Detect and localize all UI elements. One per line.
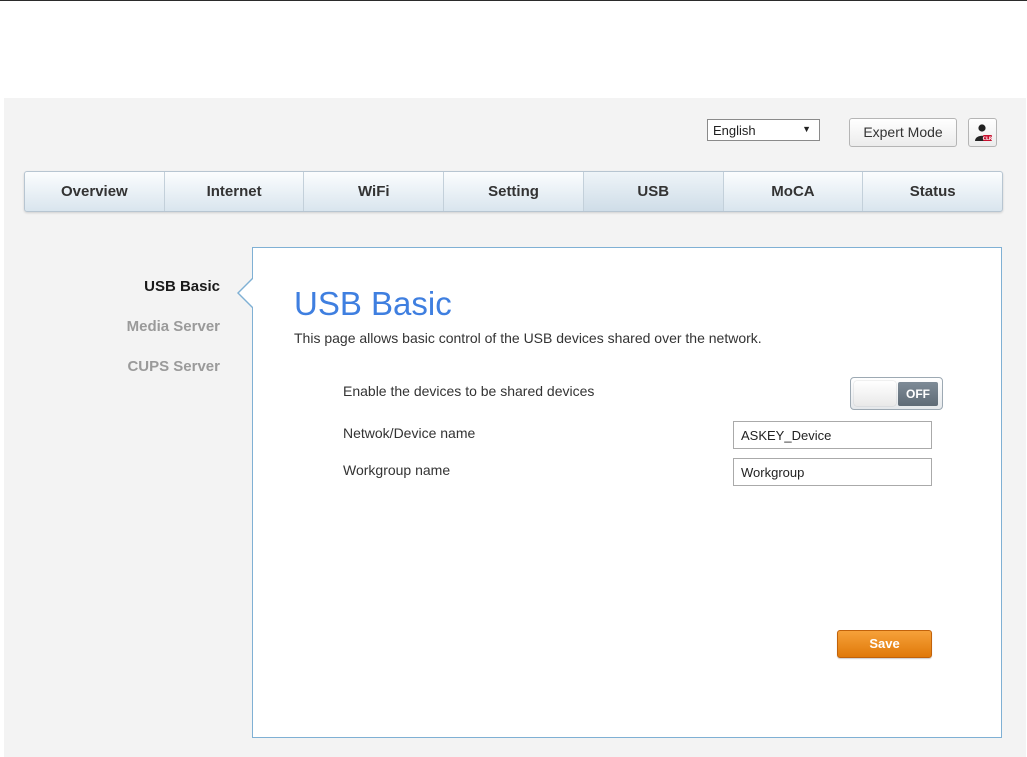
svg-text:CLR: CLR bbox=[982, 136, 992, 142]
toggle-state-label: OFF bbox=[898, 382, 938, 406]
tab-setting[interactable]: Setting bbox=[444, 172, 584, 211]
tab-wifi[interactable]: WiFi bbox=[304, 172, 445, 211]
expert-mode-button[interactable]: Expert Mode bbox=[849, 118, 957, 147]
user-admin-icon: CLR bbox=[974, 123, 992, 142]
workgroup-label: Workgroup name bbox=[343, 462, 451, 478]
top-rule bbox=[0, 0, 1027, 1]
dropdown-arrow-icon: ▼ bbox=[802, 124, 811, 134]
toggle-knob bbox=[854, 381, 896, 406]
content-panel: USB Basic This page allows basic control… bbox=[237, 247, 1002, 738]
device-name-input[interactable] bbox=[733, 421, 932, 449]
language-select[interactable]: English ▼ bbox=[707, 119, 820, 141]
tab-moca[interactable]: MoCA bbox=[724, 172, 864, 211]
language-selected: English bbox=[713, 123, 756, 138]
save-button[interactable]: Save bbox=[837, 630, 932, 658]
tab-internet[interactable]: Internet bbox=[165, 172, 305, 211]
share-devices-toggle[interactable]: OFF bbox=[850, 377, 943, 410]
panel-pointer-fill bbox=[239, 278, 254, 308]
sidebar-item-cups-server[interactable]: CUPS Server bbox=[74, 356, 220, 396]
page-description: This page allows basic control of the US… bbox=[294, 330, 762, 346]
tab-status[interactable]: Status bbox=[863, 172, 1002, 211]
workgroup-input[interactable] bbox=[733, 458, 932, 486]
device-name-label: Netwok/Device name bbox=[343, 425, 476, 441]
sidebar: USB Basic Media Server CUPS Server bbox=[74, 276, 220, 396]
main-tabs: Overview Internet WiFi Setting USB MoCA … bbox=[24, 171, 1003, 212]
tab-overview[interactable]: Overview bbox=[25, 172, 165, 211]
share-devices-label: Enable the devices to be shared devices bbox=[343, 383, 595, 399]
app-container: English ▼ Expert Mode CLR Overview Inter… bbox=[4, 98, 1026, 757]
tab-usb[interactable]: USB bbox=[583, 172, 724, 211]
sidebar-item-usb-basic[interactable]: USB Basic bbox=[74, 276, 220, 316]
page-title: USB Basic bbox=[294, 285, 452, 322]
sidebar-item-media-server[interactable]: Media Server bbox=[74, 316, 220, 356]
user-button[interactable]: CLR bbox=[968, 118, 997, 147]
